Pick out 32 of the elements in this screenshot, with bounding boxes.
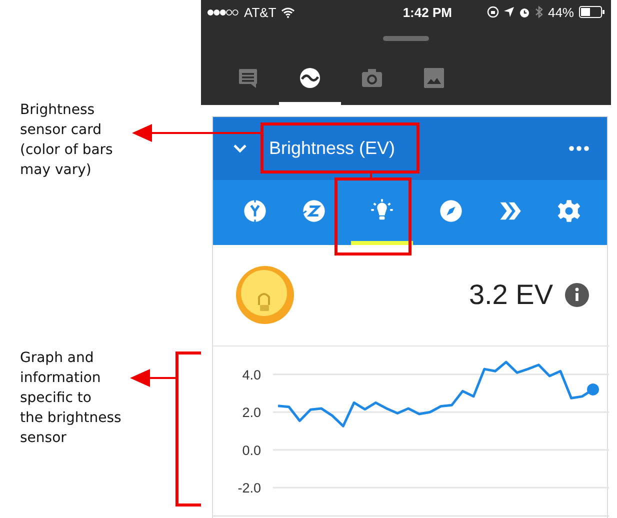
settings-icon [556,198,582,224]
bluetooth-icon [534,6,543,18]
rotation-lock-icon [486,6,499,18]
image-icon [422,66,446,90]
axis-label: -2.0 [238,480,261,496]
axis-label: 4.0 [242,367,261,382]
alarm-icon [518,6,530,18]
carrier-name: AT&T [244,4,276,20]
axis-label: 0.0 [242,442,261,458]
location-icon [504,7,514,17]
axis-label: 2.0 [242,405,261,420]
drag-handle[interactable] [383,36,429,41]
current-point [587,383,599,396]
z-axis-icon [301,198,328,224]
more-icon[interactable] [569,146,589,151]
annotation-text: Graph and information specific to the brightness sensor [20,349,122,448]
arrow [130,369,177,387]
y-axis-icon [242,198,268,224]
sensor-reading: 3.2 EV [468,279,553,311]
battery-icon [579,6,605,18]
chevron-down-icon[interactable] [233,144,247,153]
light-bulb-icon [235,265,295,325]
info-icon[interactable] [565,283,589,307]
wifi-icon [281,6,296,18]
annotation-text: Brightness sensor card (color of bars may vary) [20,101,113,180]
leader-line [370,172,372,179]
signal-icon [207,8,239,16]
clock-time: 1:42 PM [402,4,452,20]
battery-percent: 44% [548,4,574,20]
card-title: Brightness (EV) [269,138,396,159]
compass-icon [438,198,464,224]
wave-icon [298,66,322,90]
